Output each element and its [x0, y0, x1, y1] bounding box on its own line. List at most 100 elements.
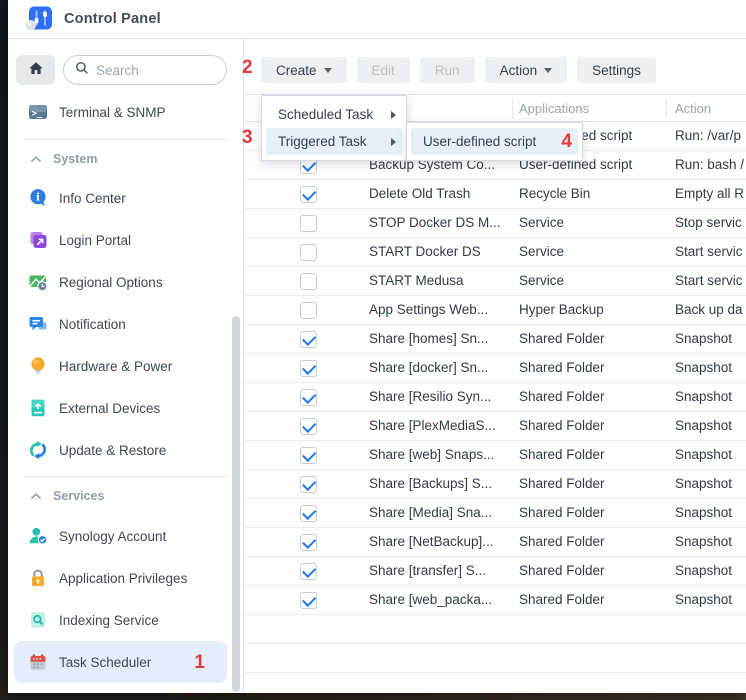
sidebar-item[interactable]: Notification: [8, 303, 243, 345]
toolbar-button[interactable]: Run: [420, 57, 475, 83]
task-name-cell: Share [Resilio Syn...: [369, 383, 511, 411]
toolbar-button[interactable]: Action: [485, 57, 568, 83]
column-header-applications[interactable]: Applications: [519, 95, 589, 122]
task-enabled-checkbox[interactable]: [300, 447, 317, 464]
sidebar-item[interactable]: External Devices: [8, 387, 243, 429]
hardware-power-icon: [28, 356, 48, 376]
task-enabled-checkbox[interactable]: [300, 505, 317, 522]
search-box[interactable]: [63, 55, 227, 85]
submenu-arrow-icon: [391, 138, 396, 146]
sidebar-item[interactable]: Task Scheduler 1: [14, 641, 227, 683]
task-enabled-checkbox[interactable]: [300, 273, 317, 290]
task-enabled-checkbox[interactable]: [300, 418, 317, 435]
synology-account-icon: [28, 526, 48, 546]
toolbar-button[interactable]: Edit: [357, 57, 410, 83]
table-row[interactable]: Share [web] Snaps... Shared Folder Snaps…: [244, 441, 746, 470]
toolbar-button[interactable]: Settings: [577, 57, 656, 83]
terminal-icon: >_: [28, 102, 48, 122]
triggered-task-submenu: User-defined script 4: [406, 122, 583, 161]
sidebar-item-label: Hardware & Power: [59, 359, 172, 374]
task-enabled-checkbox[interactable]: [300, 244, 317, 261]
task-name-cell: Share [docker] Sn...: [369, 354, 511, 382]
menu-item-label: Scheduled Task: [278, 107, 373, 122]
task-enabled-checkbox[interactable]: [300, 215, 317, 232]
task-enabled-checkbox[interactable]: [300, 186, 317, 203]
column-header-action[interactable]: Action: [675, 95, 711, 122]
task-action-cell: Run: /var/p: [675, 122, 746, 150]
task-application-cell: Shared Folder: [519, 470, 667, 498]
info-center-icon: i: [28, 188, 48, 208]
task-name-cell: START Docker DS: [369, 238, 511, 266]
table-row[interactable]: App Settings Web... Hyper Backup Back up…: [244, 296, 746, 325]
table-row[interactable]: Share [web_packa... Shared Folder Snapsh…: [244, 586, 746, 615]
table-row[interactable]: Share [PlexMediaS... Shared Folder Snaps…: [244, 412, 746, 441]
sidebar-scrollbar[interactable]: [232, 316, 240, 692]
task-application-cell: Hyper Backup: [519, 296, 667, 324]
menu-item[interactable]: Scheduled Task: [262, 101, 406, 128]
task-enabled-checkbox[interactable]: [300, 476, 317, 493]
sidebar-item-label: Login Portal: [59, 233, 131, 248]
task-action-cell: Snapshot: [675, 557, 746, 585]
table-row[interactable]: STOP Docker DS M... Service Stop servic: [244, 209, 746, 238]
table-row[interactable]: START Docker DS Service Start servic: [244, 238, 746, 267]
chevron-up-icon: [30, 152, 42, 166]
toolbar-button[interactable]: Create: [261, 57, 347, 83]
task-action-cell: Snapshot: [675, 354, 746, 382]
sidebar-item[interactable]: Login Portal: [8, 219, 243, 261]
task-action-cell: Snapshot: [675, 499, 746, 527]
empty-row: [244, 615, 746, 644]
task-enabled-checkbox[interactable]: [300, 302, 317, 319]
annotation-number: 2: [242, 58, 253, 77]
section-header-services[interactable]: Services: [8, 477, 243, 515]
chevron-up-icon: [30, 489, 42, 503]
task-application-cell: Service: [519, 209, 667, 237]
task-enabled-checkbox[interactable]: [300, 331, 317, 348]
task-enabled-checkbox[interactable]: [300, 563, 317, 580]
task-action-cell: Run: bash /: [675, 151, 746, 179]
table-row[interactable]: Share [transfer] S... Shared Folder Snap…: [244, 557, 746, 586]
task-enabled-checkbox[interactable]: [300, 534, 317, 551]
notification-icon: [28, 314, 48, 334]
sidebar-item-terminal-snmp[interactable]: >_ Terminal & SNMP: [8, 95, 243, 129]
table-row[interactable]: Share [Resilio Syn... Shared Folder Snap…: [244, 383, 746, 412]
task-application-cell: Service: [519, 238, 667, 266]
task-enabled-checkbox[interactable]: [300, 389, 317, 406]
sidebar-item[interactable]: Hardware & Power: [8, 345, 243, 387]
task-enabled-checkbox[interactable]: [300, 592, 317, 609]
table-row[interactable]: START Medusa Service Start servic: [244, 267, 746, 296]
table-row[interactable]: Delete Old Trash Recycle Bin Empty all R: [244, 180, 746, 209]
menu-item[interactable]: User-defined script 4: [411, 128, 578, 155]
menu-item-label: Triggered Task: [278, 134, 367, 149]
task-action-cell: Snapshot: [675, 470, 746, 498]
sidebar-item[interactable]: i Info Center: [8, 177, 243, 219]
home-button[interactable]: [16, 55, 55, 85]
empty-row: [244, 644, 746, 673]
sidebar-item[interactable]: Application Privileges: [8, 557, 243, 599]
task-action-cell: Snapshot: [675, 528, 746, 556]
window-titlebar[interactable]: Control Panel: [8, 0, 746, 39]
table-row[interactable]: Share [NetBackup]... Shared Folder Snaps…: [244, 528, 746, 557]
table-row[interactable]: Share [docker] Sn... Shared Folder Snaps…: [244, 354, 746, 383]
system-section-items: i Info Center Login Portal: [8, 177, 243, 471]
control-panel-window: Control Panel: [8, 0, 746, 693]
sidebar-item[interactable]: Regional Options: [8, 261, 243, 303]
caret-down-icon: [324, 68, 332, 73]
table-row[interactable]: Share [Backups] S... Shared Folder Snaps…: [244, 470, 746, 499]
table-row[interactable]: Share [Media] Sna... Shared Folder Snaps…: [244, 499, 746, 528]
menu-item[interactable]: Triggered Task: [266, 128, 402, 155]
services-section-items: Synology Account Application Privileges: [8, 515, 243, 683]
regional-options-icon: [28, 272, 48, 292]
task-application-cell: Shared Folder: [519, 499, 667, 527]
column-separator: [512, 98, 513, 118]
sidebar-item[interactable]: Update & Restore: [8, 429, 243, 471]
section-header-system[interactable]: System: [8, 140, 243, 177]
task-enabled-checkbox[interactable]: [300, 360, 317, 377]
svg-text:i: i: [36, 192, 40, 204]
sidebar-item[interactable]: Indexing Service: [8, 599, 243, 641]
table-row[interactable]: Share [homes] Sn... Shared Folder Snapsh…: [244, 325, 746, 354]
sidebar-item[interactable]: Synology Account: [8, 515, 243, 557]
search-input[interactable]: [96, 63, 216, 78]
task-name-cell: Share [homes] Sn...: [369, 325, 511, 353]
task-application-cell: Shared Folder: [519, 412, 667, 440]
sidebar-item-label: Task Scheduler: [59, 655, 151, 670]
